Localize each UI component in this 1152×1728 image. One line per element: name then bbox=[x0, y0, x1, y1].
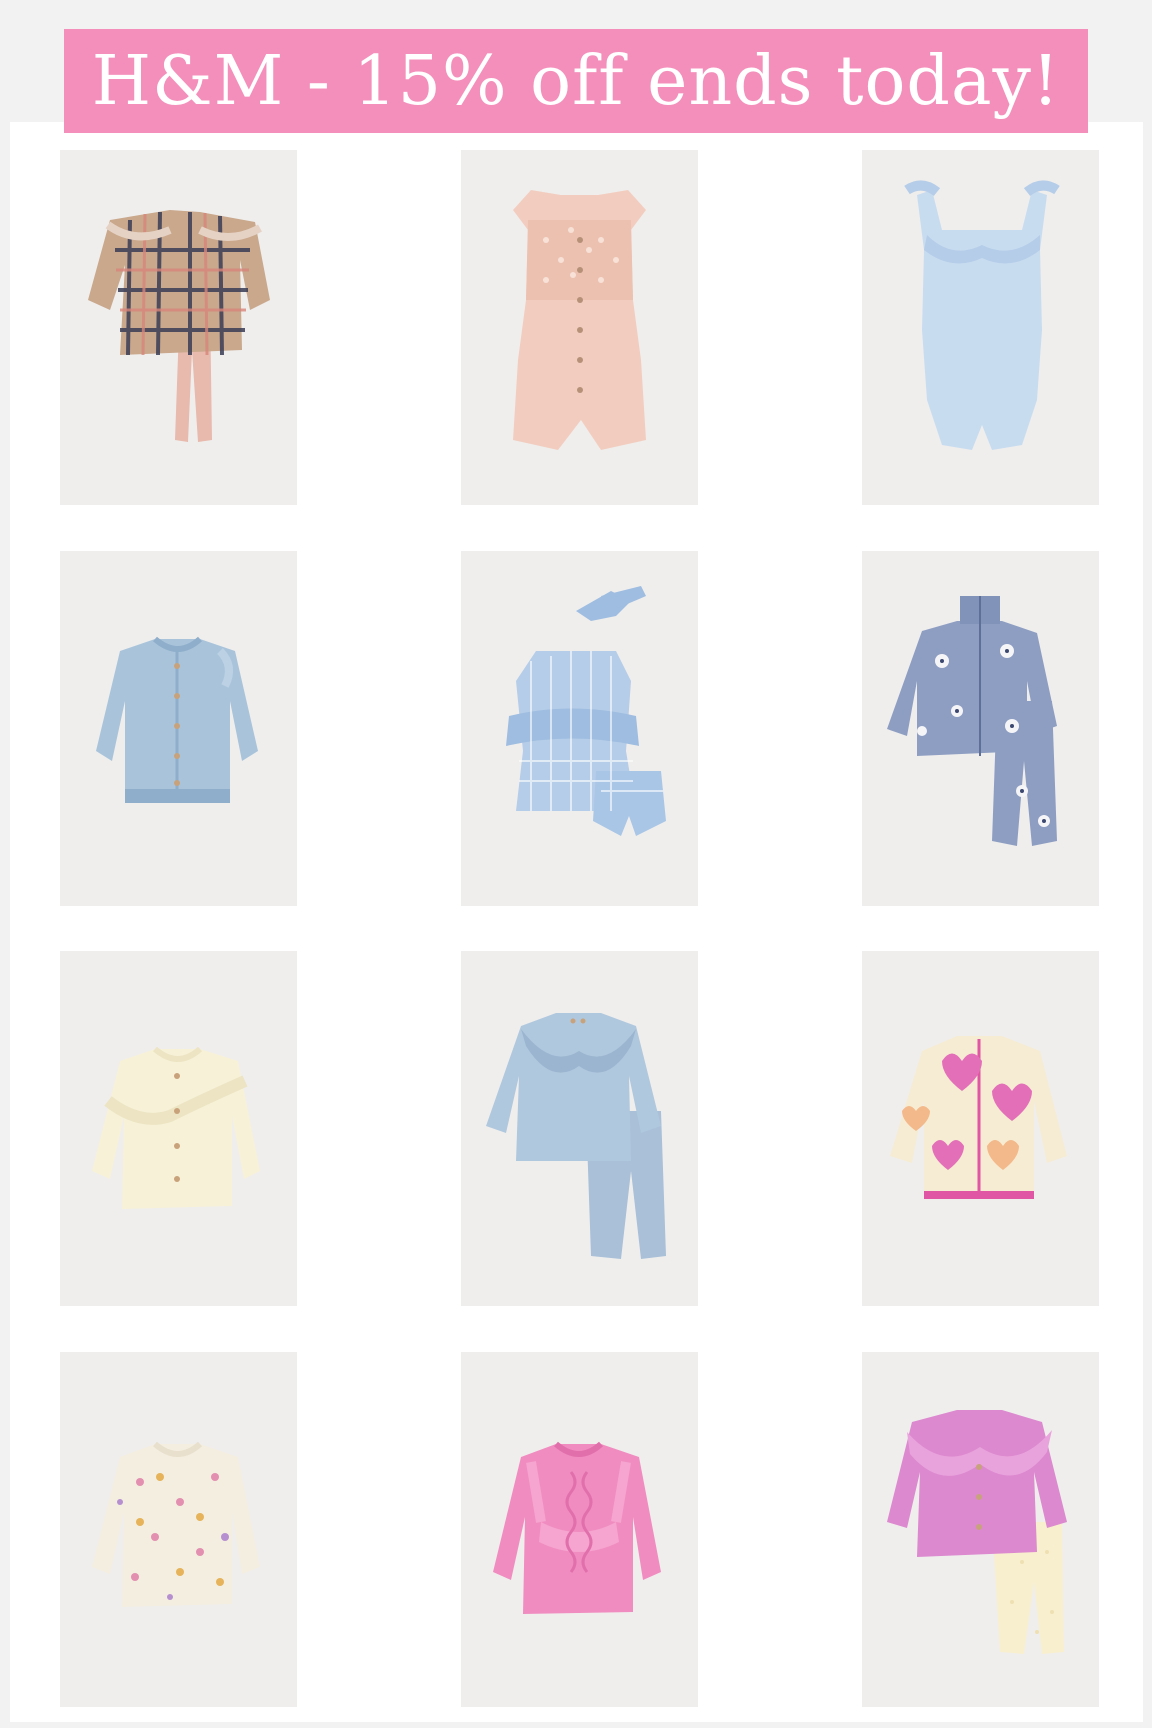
product-image bbox=[92, 1441, 260, 1607]
product-image bbox=[887, 1410, 1067, 1654]
product-image bbox=[493, 1441, 661, 1614]
product-image bbox=[506, 586, 666, 836]
product-tile-blue-cardigan[interactable] bbox=[60, 551, 297, 906]
product-image bbox=[92, 1046, 260, 1209]
product-tile-pink-ruffle-set[interactable] bbox=[862, 1352, 1099, 1707]
product-tile-cream-cardigan[interactable] bbox=[60, 951, 297, 1306]
product-tile-floral-fleece-set[interactable] bbox=[862, 551, 1099, 906]
banner-text: H&M - 15% off ends today! bbox=[91, 41, 1061, 121]
product-tile-polka-dot-sweater[interactable] bbox=[60, 1352, 297, 1707]
product-tile-blue-bodysuit[interactable] bbox=[862, 150, 1099, 505]
product-tile-blue-ruffle-set[interactable] bbox=[461, 951, 698, 1306]
product-tile-pink-cable-sweater[interactable] bbox=[461, 1352, 698, 1707]
product-image bbox=[96, 636, 258, 803]
product-image bbox=[88, 210, 270, 442]
product-image bbox=[890, 1036, 1067, 1199]
sale-banner[interactable]: H&M - 15% off ends today! bbox=[64, 29, 1088, 133]
product-image bbox=[904, 180, 1060, 450]
product-tile-eyelet-romper[interactable] bbox=[461, 150, 698, 505]
product-image bbox=[887, 596, 1057, 846]
product-image bbox=[513, 190, 646, 450]
product-tile-plaid-set[interactable] bbox=[60, 150, 297, 505]
product-image bbox=[486, 1013, 666, 1259]
product-tile-gingham-set[interactable] bbox=[461, 551, 698, 906]
product-tile-heart-fleece-jacket[interactable] bbox=[862, 951, 1099, 1306]
